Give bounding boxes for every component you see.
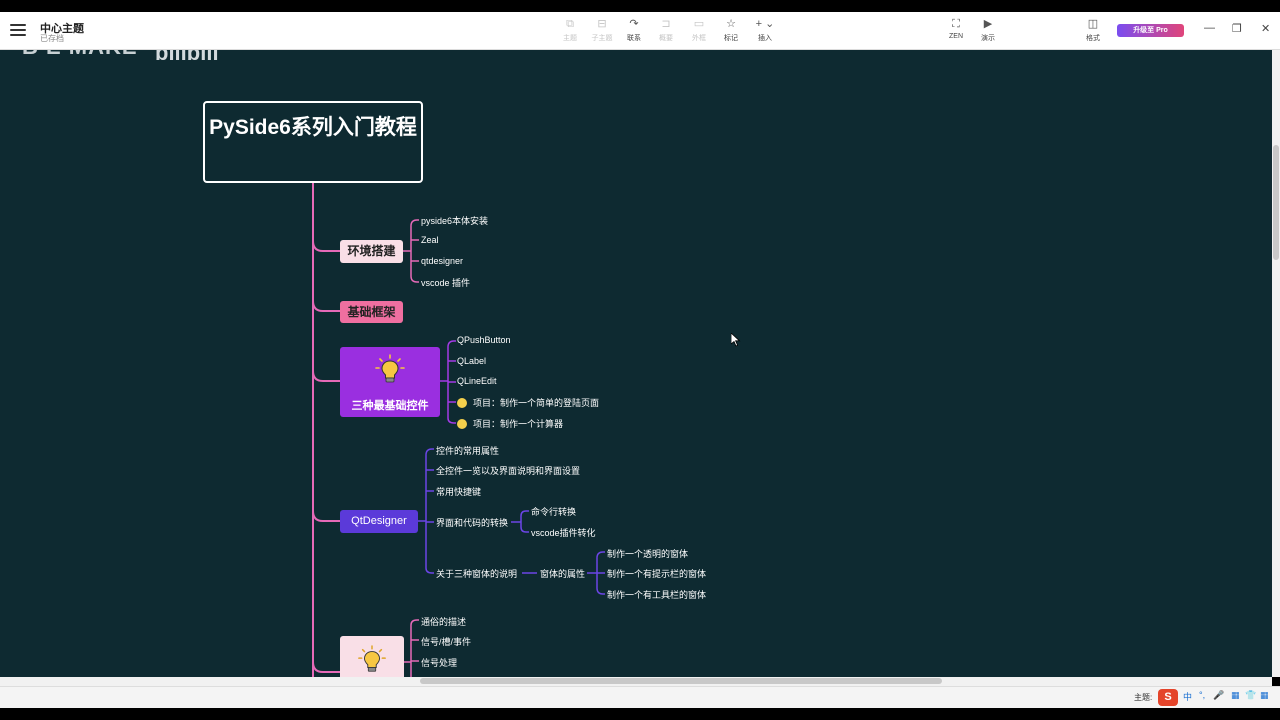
subtopic[interactable]: Zeal: [421, 235, 439, 245]
lightbulb-icon: [375, 354, 405, 383]
subtopic[interactable]: 制作一个透明的窗体: [607, 547, 688, 560]
summary-icon: ⊐: [661, 18, 671, 30]
subtopic[interactable]: QLineEdit: [457, 376, 497, 386]
plus-icon: + ⌄: [755, 18, 775, 30]
subtopic-button[interactable]: ⊟ 子主题: [587, 17, 617, 43]
subtopic-icon: ⊟: [597, 18, 607, 30]
topic-environment[interactable]: 环境搭建: [340, 240, 403, 263]
restore-icon[interactable]: ❐: [1232, 22, 1242, 35]
subtopic[interactable]: 制作一个有工具栏的窗体: [607, 588, 706, 601]
subtopic[interactable]: 窗体的属性: [540, 567, 585, 580]
marker-button[interactable]: ☆ 标记: [716, 17, 746, 43]
skin-icon[interactable]: 👕: [1245, 690, 1256, 706]
subtopic[interactable]: vscode插件转化: [531, 526, 596, 539]
subtopic[interactable]: 信号/槽/事件: [421, 635, 471, 648]
ime-chinese-mode[interactable]: 中: [1183, 690, 1192, 706]
ime-punctuation-icon[interactable]: °,: [1199, 690, 1205, 706]
subtopic[interactable]: 命令行转换: [531, 505, 576, 518]
topic-label: 三种最基础控件: [351, 400, 429, 412]
theme-label[interactable]: 主题:: [1134, 692, 1152, 703]
boundary-button[interactable]: ▭ 外框: [684, 17, 714, 43]
topic-button[interactable]: ⧉ 主题: [555, 17, 585, 43]
subtopic[interactable]: 关于三种窗体的说明: [436, 567, 517, 580]
window-top-edge: [0, 0, 1280, 12]
keyboard-icon[interactable]: ▦: [1231, 690, 1240, 706]
relation-button[interactable]: ↷ 联系: [619, 17, 649, 43]
topic-basic-framework[interactable]: 基础框架: [340, 301, 403, 323]
window-bottom-edge: [0, 708, 1280, 720]
format-panel-icon: ◫: [1087, 18, 1099, 30]
boundary-icon: ▭: [693, 18, 705, 30]
horizontal-scrollbar[interactable]: [0, 677, 1272, 686]
project-icon: [457, 418, 467, 429]
lightbulb-icon: [358, 645, 386, 672]
fullscreen-icon: ⛶: [952, 18, 960, 30]
summary-button[interactable]: ⊐ 概要: [651, 17, 681, 43]
project-icon: [457, 397, 467, 408]
subtopic[interactable]: vscode 插件: [421, 276, 470, 289]
toolbox-icon[interactable]: ▦: [1260, 690, 1269, 706]
topic-signals[interactable]: [340, 636, 404, 677]
star-icon: ☆: [726, 18, 736, 30]
subtopic[interactable]: qtdesigner: [421, 256, 463, 266]
play-icon: ▶: [983, 18, 993, 30]
insert-button[interactable]: + ⌄ 插入: [750, 17, 780, 43]
hamburger-menu-icon[interactable]: [10, 22, 26, 38]
upgrade-pro-button[interactable]: 升级至 Pro: [1117, 24, 1184, 37]
vertical-scrollbar[interactable]: [1272, 50, 1280, 677]
topic-qtdesigner[interactable]: QtDesigner: [340, 510, 418, 533]
save-status: 已存档: [40, 34, 64, 43]
status-bar: 主题: S 中 °, 🎤 ▦ 👕 ▦: [0, 686, 1280, 709]
connector-lines: [312, 183, 605, 677]
sogou-ime-icon[interactable]: S: [1158, 689, 1178, 706]
format-button[interactable]: ◫ 格式: [1078, 17, 1108, 43]
subtopic-project[interactable]: 项目：制作一个计算器: [457, 417, 563, 430]
subtopic[interactable]: QPushButton: [457, 335, 511, 345]
subtopic[interactable]: 常用快捷键: [436, 485, 481, 498]
minimize-icon[interactable]: —: [1204, 22, 1215, 34]
topic-icon: ⧉: [566, 18, 574, 30]
vertical-scrollbar-thumb[interactable]: [1273, 145, 1279, 260]
subtopic[interactable]: pyside6本体安装: [421, 214, 488, 227]
mouse-cursor-icon: [731, 333, 741, 347]
close-icon[interactable]: ✕: [1261, 22, 1270, 35]
topic-basic-controls[interactable]: 三种最基础控件: [340, 347, 440, 417]
subtopic[interactable]: 全控件一览以及界面说明和界面设置: [436, 464, 580, 477]
mindmap-canvas[interactable]: B E MAKE bilibili: [0, 50, 1272, 677]
subtopic[interactable]: 通俗的描述: [421, 615, 466, 628]
relation-icon: ↷: [629, 18, 639, 30]
horizontal-scrollbar-thumb[interactable]: [420, 678, 942, 684]
subtopic[interactable]: 信号处理: [421, 656, 457, 669]
subtopic[interactable]: QLabel: [457, 356, 486, 366]
subtopic[interactable]: 界面和代码的转换: [436, 516, 508, 529]
toolbar: 中心主题 已存档 ⧉ 主题 ⊟ 子主题 ↷ 联系 ⊐ 概要 ▭ 外框 ☆ 标记 …: [0, 12, 1280, 50]
root-topic[interactable]: PySide6系列入门教程: [203, 101, 423, 183]
subtopic[interactable]: 控件的常用属性: [436, 444, 499, 457]
zen-button[interactable]: ⛶ ZEN: [941, 17, 971, 40]
present-button[interactable]: ▶ 演示: [973, 17, 1003, 43]
subtopic[interactable]: 制作一个有提示栏的窗体: [607, 567, 706, 580]
microphone-icon[interactable]: 🎤: [1213, 690, 1224, 706]
subtopic-project[interactable]: 项目：制作一个简单的登陆页面: [457, 396, 599, 409]
